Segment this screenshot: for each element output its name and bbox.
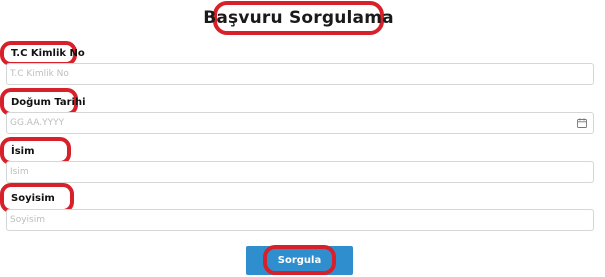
surname-label: Soyisim: [11, 192, 55, 204]
calendar-icon[interactable]: [577, 118, 587, 128]
name-label: İsim: [11, 145, 35, 157]
page-title-highlight: Başvuru Sorgulama: [203, 1, 394, 35]
tc-input[interactable]: [7, 69, 593, 79]
surname-input[interactable]: [7, 215, 593, 225]
tc-field[interactable]: [6, 63, 594, 85]
birth-date-field[interactable]: [6, 112, 594, 134]
name-input[interactable]: [7, 167, 593, 177]
birth-date-input[interactable]: [7, 118, 593, 128]
surname-field[interactable]: [6, 209, 594, 231]
submit-button-label: Sorgula: [277, 254, 322, 266]
submit-button-highlight[interactable]: Sorgula: [263, 245, 336, 275]
submit-button[interactable]: Sorgula: [246, 245, 353, 275]
page-title: Başvuru Sorgulama: [203, 8, 394, 28]
name-field[interactable]: [6, 161, 594, 183]
birth-label: Doğum Tarihi: [11, 96, 86, 108]
tc-label: T.C Kimlik No: [11, 48, 85, 59]
